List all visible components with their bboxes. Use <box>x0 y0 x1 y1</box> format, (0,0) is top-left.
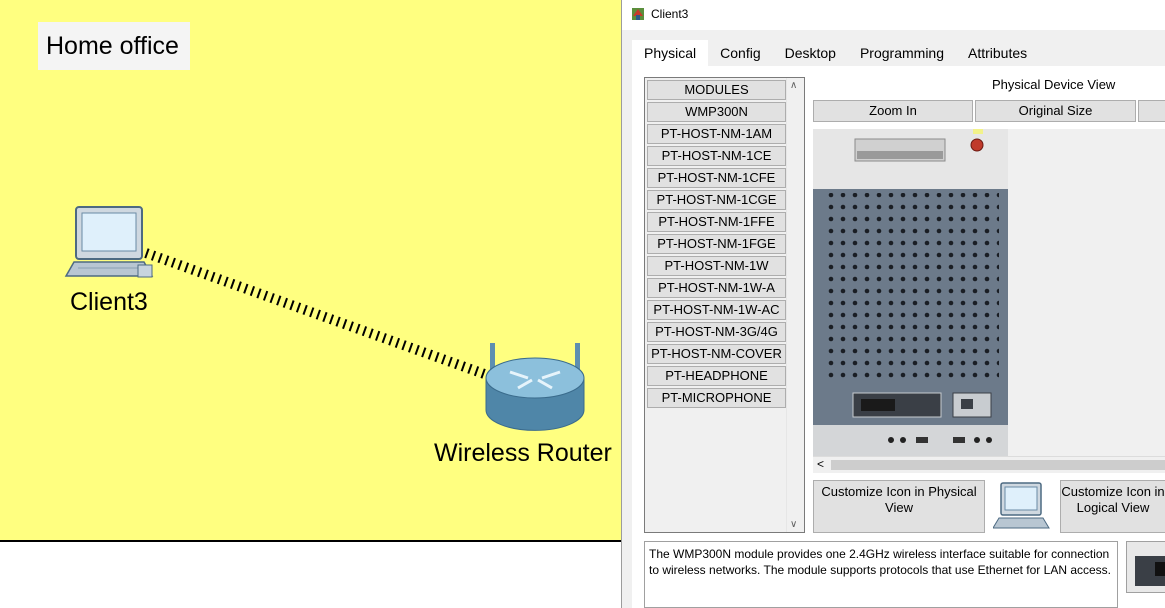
module-item[interactable]: PT-MICROPHONE <box>647 388 786 408</box>
module-item[interactable]: MODULES <box>647 80 786 100</box>
module-thumbnail <box>1126 541 1165 593</box>
module-description: The WMP300N module provides one 2.4GHz w… <box>644 541 1118 608</box>
device-image-view[interactable] <box>813 129 1165 456</box>
module-item[interactable]: PT-HOST-NM-1AM <box>647 124 786 144</box>
module-item[interactable]: PT-HOST-NM-1W-A <box>647 278 786 298</box>
module-item[interactable]: PT-HOST-NM-1FFE <box>647 212 786 232</box>
wireless-router-icon[interactable] <box>485 343 585 431</box>
chevron-up-icon[interactable]: ∧ <box>790 80 797 91</box>
tab-programming[interactable]: Programming <box>848 40 956 66</box>
tab-desktop[interactable]: Desktop <box>773 40 848 66</box>
customize-physical-icon-button[interactable]: Customize Icon in Physical View <box>813 480 985 533</box>
tab-bar: Physical Config Desktop Programming Attr… <box>632 40 1039 68</box>
module-item[interactable]: PT-HOST-NM-3G/4G <box>647 322 786 342</box>
router-label: Wireless Router <box>434 439 612 467</box>
scroll-thumb[interactable] <box>831 460 1165 470</box>
physical-device-view-title: Physical Device View <box>992 77 1116 92</box>
device-pc-icon <box>993 482 1050 529</box>
chevron-down-icon[interactable]: ∨ <box>790 519 797 530</box>
module-item[interactable]: PT-HOST-NM-1CGE <box>647 190 786 210</box>
wireless-link <box>144 248 492 381</box>
zoom-in-button[interactable]: Zoom In <box>813 100 973 122</box>
workspace-footer-area <box>0 542 621 608</box>
device-window: Client3 Physical Config Desktop Programm… <box>621 0 1165 608</box>
pc-icon[interactable] <box>64 206 154 278</box>
tab-attributes[interactable]: Attributes <box>956 40 1039 66</box>
area-label: Home office <box>38 22 190 70</box>
logical-workspace[interactable]: Home office Client3 Wireless Router <box>0 0 621 542</box>
tab-config[interactable]: Config <box>708 40 772 66</box>
module-item[interactable]: PT-HOST-NM-1CE <box>647 146 786 166</box>
module-item[interactable]: PT-HOST-NM-1CFE <box>647 168 786 188</box>
zoom-out-button[interactable] <box>1138 100 1165 122</box>
device-view-hscrollbar[interactable]: < <box>813 456 1165 473</box>
tab-physical[interactable]: Physical <box>632 40 709 68</box>
original-size-button[interactable]: Original Size <box>975 100 1136 122</box>
module-item[interactable]: WMP300N <box>647 102 786 122</box>
module-item[interactable]: PT-HOST-NM-1W-AC <box>647 300 786 320</box>
modules-list[interactable]: MODULES WMP300N PT-HOST-NM-1AM PT-HOST-N… <box>644 77 805 533</box>
window-title: Client3 <box>651 7 689 21</box>
app-icon <box>632 8 644 20</box>
window-titlebar[interactable]: Client3 <box>622 0 1165 30</box>
pc-tower-image <box>813 129 1008 456</box>
module-item[interactable]: PT-HOST-NM-1FGE <box>647 234 786 254</box>
modules-scrollbar[interactable]: ∧ ∨ <box>786 78 804 532</box>
module-item[interactable]: PT-HOST-NM-1W <box>647 256 786 276</box>
physical-tab-panel: MODULES WMP300N PT-HOST-NM-1AM PT-HOST-N… <box>632 66 1165 608</box>
module-item[interactable]: PT-HEADPHONE <box>647 366 786 386</box>
client-label: Client3 <box>70 288 148 316</box>
chevron-left-icon[interactable]: < <box>817 457 824 471</box>
module-item[interactable]: PT-HOST-NM-COVER <box>647 344 786 364</box>
customize-logical-icon-button[interactable]: Customize Icon in Logical View <box>1060 480 1165 533</box>
